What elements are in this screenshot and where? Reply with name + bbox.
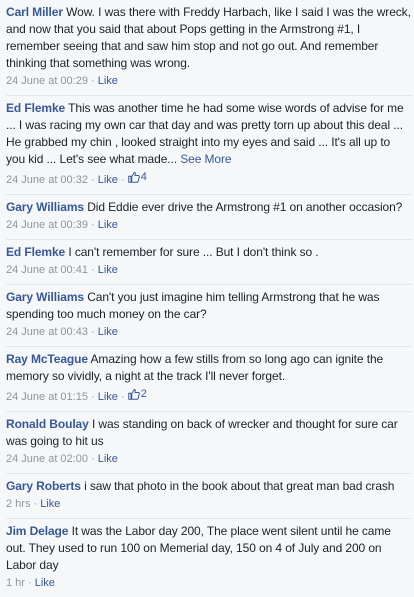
comment-list: Carl Miller Wow. I was there with Freddy… bbox=[0, 0, 414, 597]
comment-text: i saw that photo in the book about that … bbox=[84, 479, 395, 493]
comment-body: Ed Flemke This was another time he had s… bbox=[6, 100, 412, 168]
meta-separator: · bbox=[117, 174, 128, 186]
comment-timestamp[interactable]: 24 June at 00:32 bbox=[6, 174, 88, 186]
meta-separator: · bbox=[24, 577, 35, 589]
comment-timestamp[interactable]: 2 hrs bbox=[6, 498, 30, 510]
comment-timestamp[interactable]: 1 hr bbox=[6, 577, 25, 589]
meta-separator: · bbox=[87, 326, 98, 338]
comment-meta: 24 June at 00:39 · Like bbox=[6, 217, 412, 233]
comment-text: Wow. I was there with Freddy Harbach, li… bbox=[6, 5, 411, 70]
comment-body: Jim Delage It was the Labor day 200, The… bbox=[6, 523, 412, 574]
comment-author[interactable]: Gary Roberts bbox=[6, 479, 81, 493]
thumbs-up-icon bbox=[127, 389, 140, 400]
comment: Gary Roberts i saw that photo in the boo… bbox=[6, 474, 412, 519]
comment-timestamp[interactable]: 24 June at 02:00 bbox=[6, 453, 88, 465]
like-link[interactable]: Like bbox=[98, 326, 118, 338]
like-link[interactable]: Like bbox=[98, 174, 118, 186]
comment-meta: 1 hr · Like bbox=[6, 575, 412, 591]
like-link[interactable]: Like bbox=[98, 391, 118, 403]
comment-timestamp[interactable]: 24 June at 01:15 bbox=[6, 391, 88, 403]
comment-author[interactable]: Gary Williams bbox=[6, 290, 84, 304]
comment-author[interactable]: Carl Miller bbox=[6, 5, 63, 19]
see-more-link[interactable]: See More bbox=[180, 152, 231, 166]
comment-timestamp[interactable]: 24 June at 00:39 bbox=[6, 219, 88, 231]
like-link[interactable]: Like bbox=[98, 264, 118, 276]
comment-author[interactable]: Ronald Boulay bbox=[6, 417, 89, 431]
meta-separator: · bbox=[30, 498, 41, 510]
comment-text: I can't remember for sure ... But I don'… bbox=[68, 245, 319, 259]
comment: Carl Miller Wow. I was there with Freddy… bbox=[6, 0, 412, 96]
comment-body: Gary Williams Did Eddie ever drive the A… bbox=[6, 199, 412, 216]
comment: Gary Williams Can't you just imagine him… bbox=[6, 285, 412, 347]
comment-timestamp[interactable]: 24 June at 00:29 bbox=[6, 75, 88, 87]
like-link[interactable]: Like bbox=[35, 577, 55, 589]
comment-meta: 24 June at 00:32 · Like · 4 bbox=[6, 169, 412, 188]
like-link[interactable]: Like bbox=[98, 75, 118, 87]
comment-author[interactable]: Gary Williams bbox=[6, 200, 84, 214]
thumbs-up-icon bbox=[127, 172, 140, 183]
like-count-value: 4 bbox=[140, 171, 147, 183]
meta-separator: · bbox=[87, 219, 98, 231]
comment-meta: 24 June at 01:15 · Like · 2 bbox=[6, 386, 412, 405]
comment-body: Carl Miller Wow. I was there with Freddy… bbox=[6, 4, 412, 72]
comment: Ed Flemke This was another time he had s… bbox=[6, 96, 412, 195]
meta-separator: · bbox=[87, 453, 98, 465]
comment-body: Gary Roberts i saw that photo in the boo… bbox=[6, 478, 412, 495]
comment: Jim Delage It was the Labor day 200, The… bbox=[6, 519, 412, 597]
comment: Ray McTeague Amazing how a few stills fr… bbox=[6, 347, 412, 412]
comment-meta: 24 June at 00:41 · Like bbox=[6, 262, 412, 278]
comment-meta: 24 June at 00:43 · Like bbox=[6, 324, 412, 340]
comment-author[interactable]: Ed Flemke bbox=[6, 101, 65, 115]
like-link[interactable]: Like bbox=[98, 219, 118, 231]
comment-author[interactable]: Jim Delage bbox=[6, 524, 68, 538]
comment-text: Did Eddie ever drive the Armstrong #1 on… bbox=[87, 200, 403, 214]
comment: Gary Williams Did Eddie ever drive the A… bbox=[6, 195, 412, 240]
comment-body: Ray McTeague Amazing how a few stills fr… bbox=[6, 351, 412, 385]
comment-meta: 24 June at 00:29 · Like bbox=[6, 73, 412, 89]
comment-timestamp[interactable]: 24 June at 00:41 bbox=[6, 264, 88, 276]
comment-timestamp[interactable]: 24 June at 00:43 bbox=[6, 326, 88, 338]
meta-separator: · bbox=[87, 75, 98, 87]
comment-body: Gary Williams Can't you just imagine him… bbox=[6, 289, 412, 323]
meta-separator: · bbox=[117, 391, 128, 403]
comment-meta: 24 June at 02:00 · Like bbox=[6, 451, 412, 467]
like-count[interactable]: 2 bbox=[127, 386, 147, 402]
comment-author[interactable]: Ray McTeague bbox=[6, 352, 88, 366]
comment: Ed Flemke I can't remember for sure ... … bbox=[6, 240, 412, 285]
comment-author[interactable]: Ed Flemke bbox=[6, 245, 65, 259]
like-link[interactable]: Like bbox=[40, 498, 60, 510]
like-count[interactable]: 4 bbox=[127, 169, 147, 185]
meta-separator: · bbox=[87, 264, 98, 276]
like-link[interactable]: Like bbox=[98, 453, 118, 465]
meta-separator: · bbox=[87, 174, 98, 186]
meta-separator: · bbox=[87, 391, 98, 403]
comment-body: Ed Flemke I can't remember for sure ... … bbox=[6, 244, 412, 261]
comment: Ronald Boulay I was standing on back of … bbox=[6, 412, 412, 474]
comment-body: Ronald Boulay I was standing on back of … bbox=[6, 416, 412, 450]
like-count-value: 2 bbox=[140, 388, 147, 400]
